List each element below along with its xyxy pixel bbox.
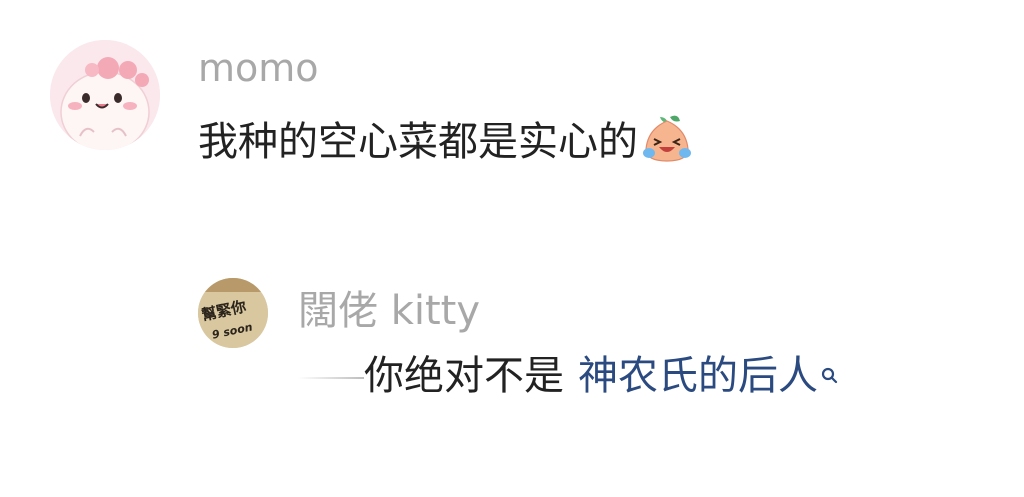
- avatar[interactable]: [50, 40, 160, 150]
- comment-body: 我种的空心菜都是实心的: [198, 119, 638, 165]
- reply-divider: [298, 377, 364, 379]
- avatar[interactable]: 幫緊你 9 soon: [198, 278, 268, 348]
- comment-item: momo 我种的空心菜都是实心的: [0, 0, 1024, 200]
- search-icon[interactable]: [820, 350, 840, 384]
- comment-text: 我种的空心菜都是实心的: [198, 110, 694, 166]
- search-link[interactable]: 神农氏的后人: [578, 343, 818, 401]
- reply-text: 你绝对不是 神农氏的后人: [298, 344, 840, 400]
- shop-sign-avatar-icon: 幫緊你 9 soon: [198, 278, 268, 348]
- crying-laughing-emoji-icon: [640, 111, 694, 165]
- pink-dinosaur-avatar-icon: [50, 40, 160, 150]
- username[interactable]: 闊佬 kitty: [298, 278, 480, 336]
- reply-body: 你绝对不是: [364, 353, 564, 399]
- username[interactable]: momo: [198, 46, 319, 90]
